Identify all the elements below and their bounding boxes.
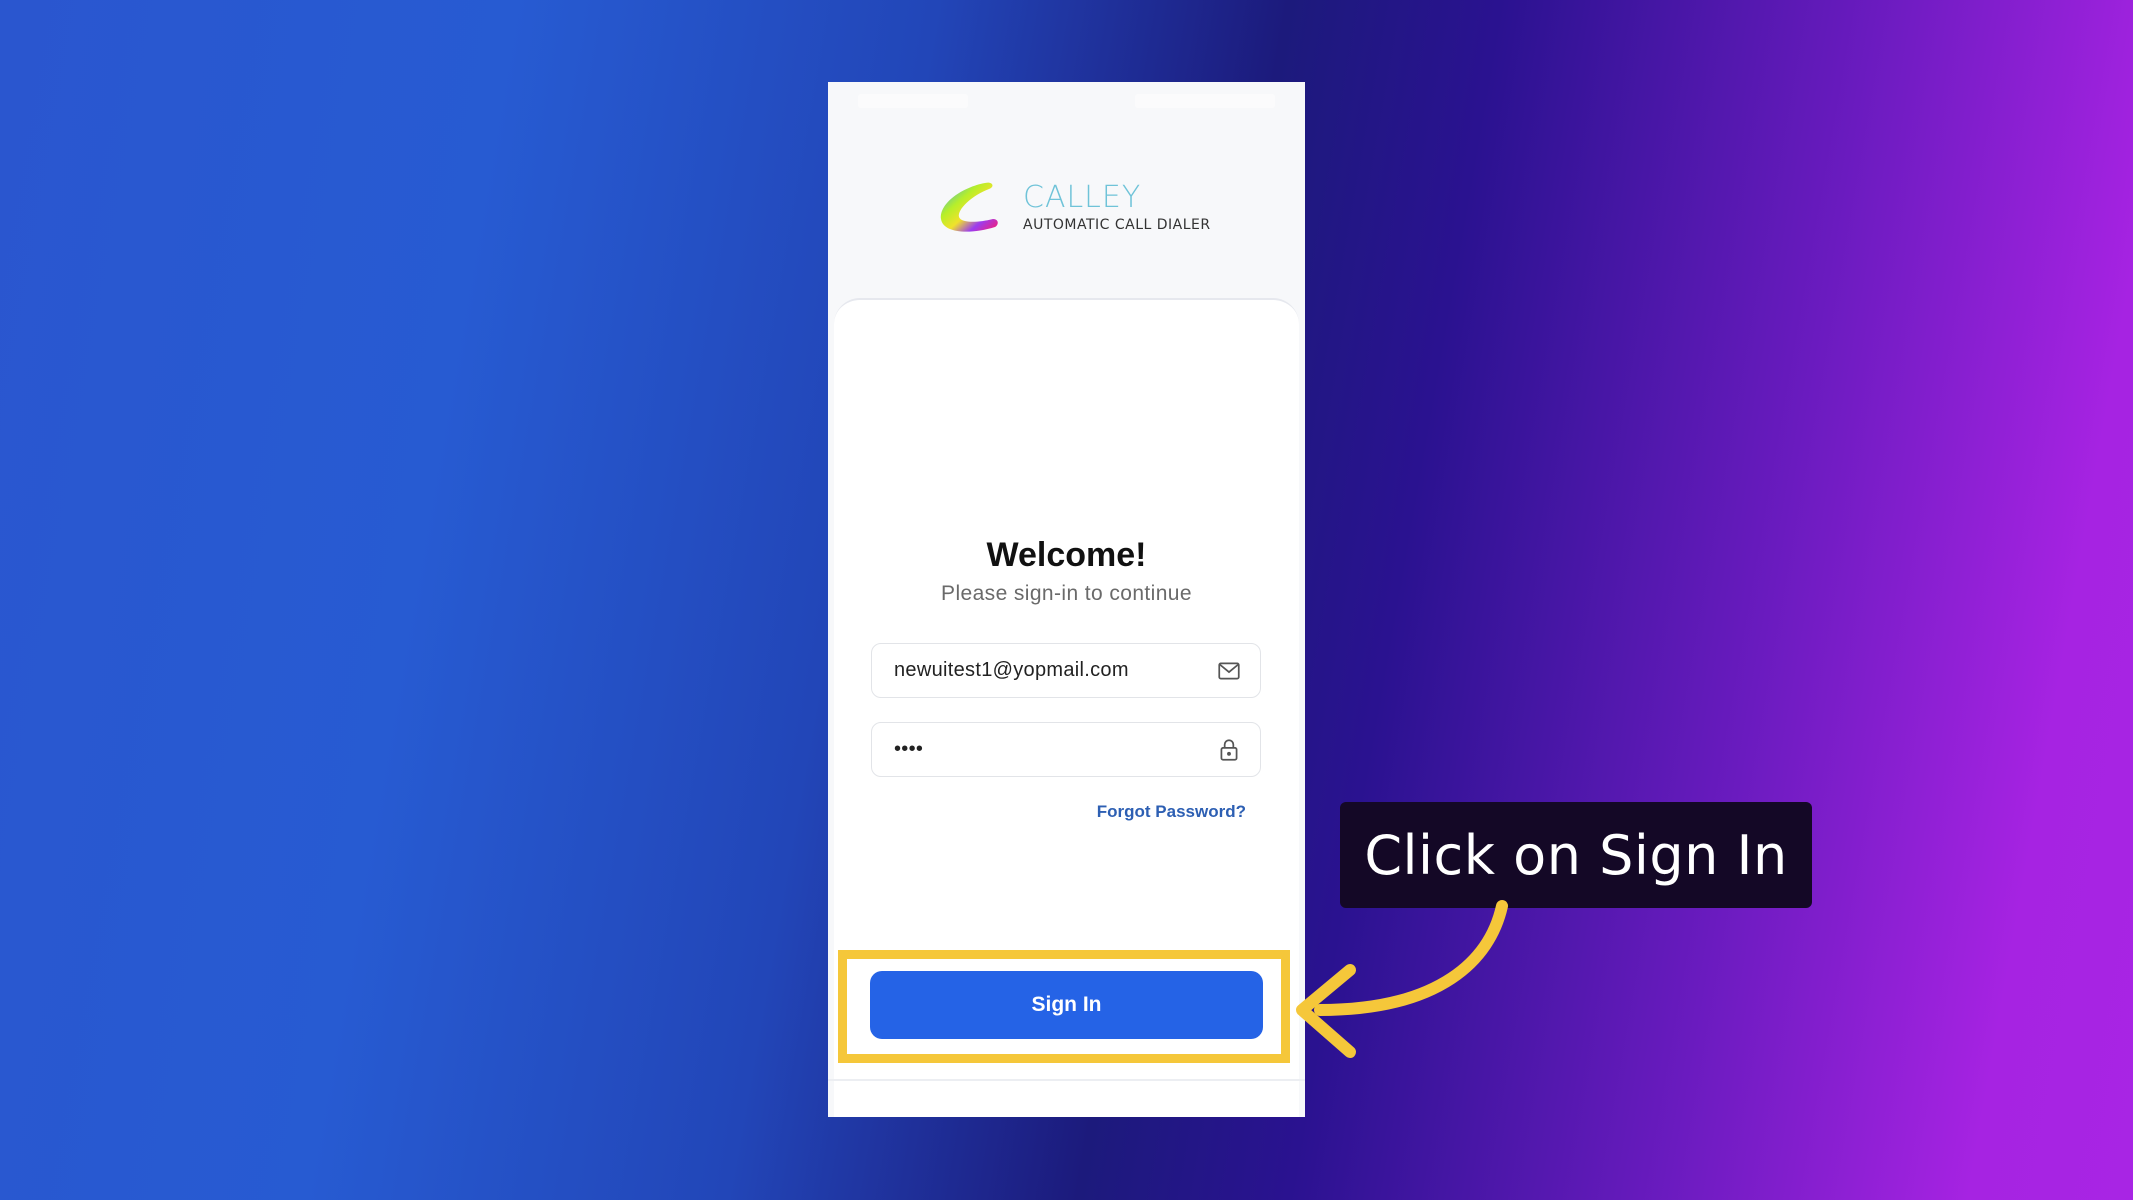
status-bar-right xyxy=(1135,94,1275,108)
lock-icon xyxy=(1220,738,1238,761)
bottom-divider xyxy=(828,1079,1305,1081)
brand-name: CALLEY xyxy=(1023,180,1142,215)
password-input[interactable] xyxy=(892,737,1216,762)
curved-arrow-icon xyxy=(1296,900,1508,1058)
status-bar xyxy=(828,82,1305,122)
brand-tagline: AUTOMATIC CALL DIALER xyxy=(1023,217,1211,233)
email-input[interactable] xyxy=(892,658,1216,683)
page-subtitle: Please sign-in to continue xyxy=(941,582,1192,605)
calley-logo-icon xyxy=(940,182,998,232)
email-field[interactable] xyxy=(871,643,1261,698)
mail-icon xyxy=(1218,662,1240,679)
password-field[interactable] xyxy=(871,722,1261,777)
status-bar-left xyxy=(858,94,968,108)
forgot-password-link[interactable]: Forgot Password? xyxy=(1097,802,1246,822)
page-title: Welcome! xyxy=(986,536,1147,574)
app-logo: CALLEY AUTOMATIC CALL DIALER xyxy=(933,177,1211,239)
signin-button[interactable]: Sign In xyxy=(870,971,1263,1039)
